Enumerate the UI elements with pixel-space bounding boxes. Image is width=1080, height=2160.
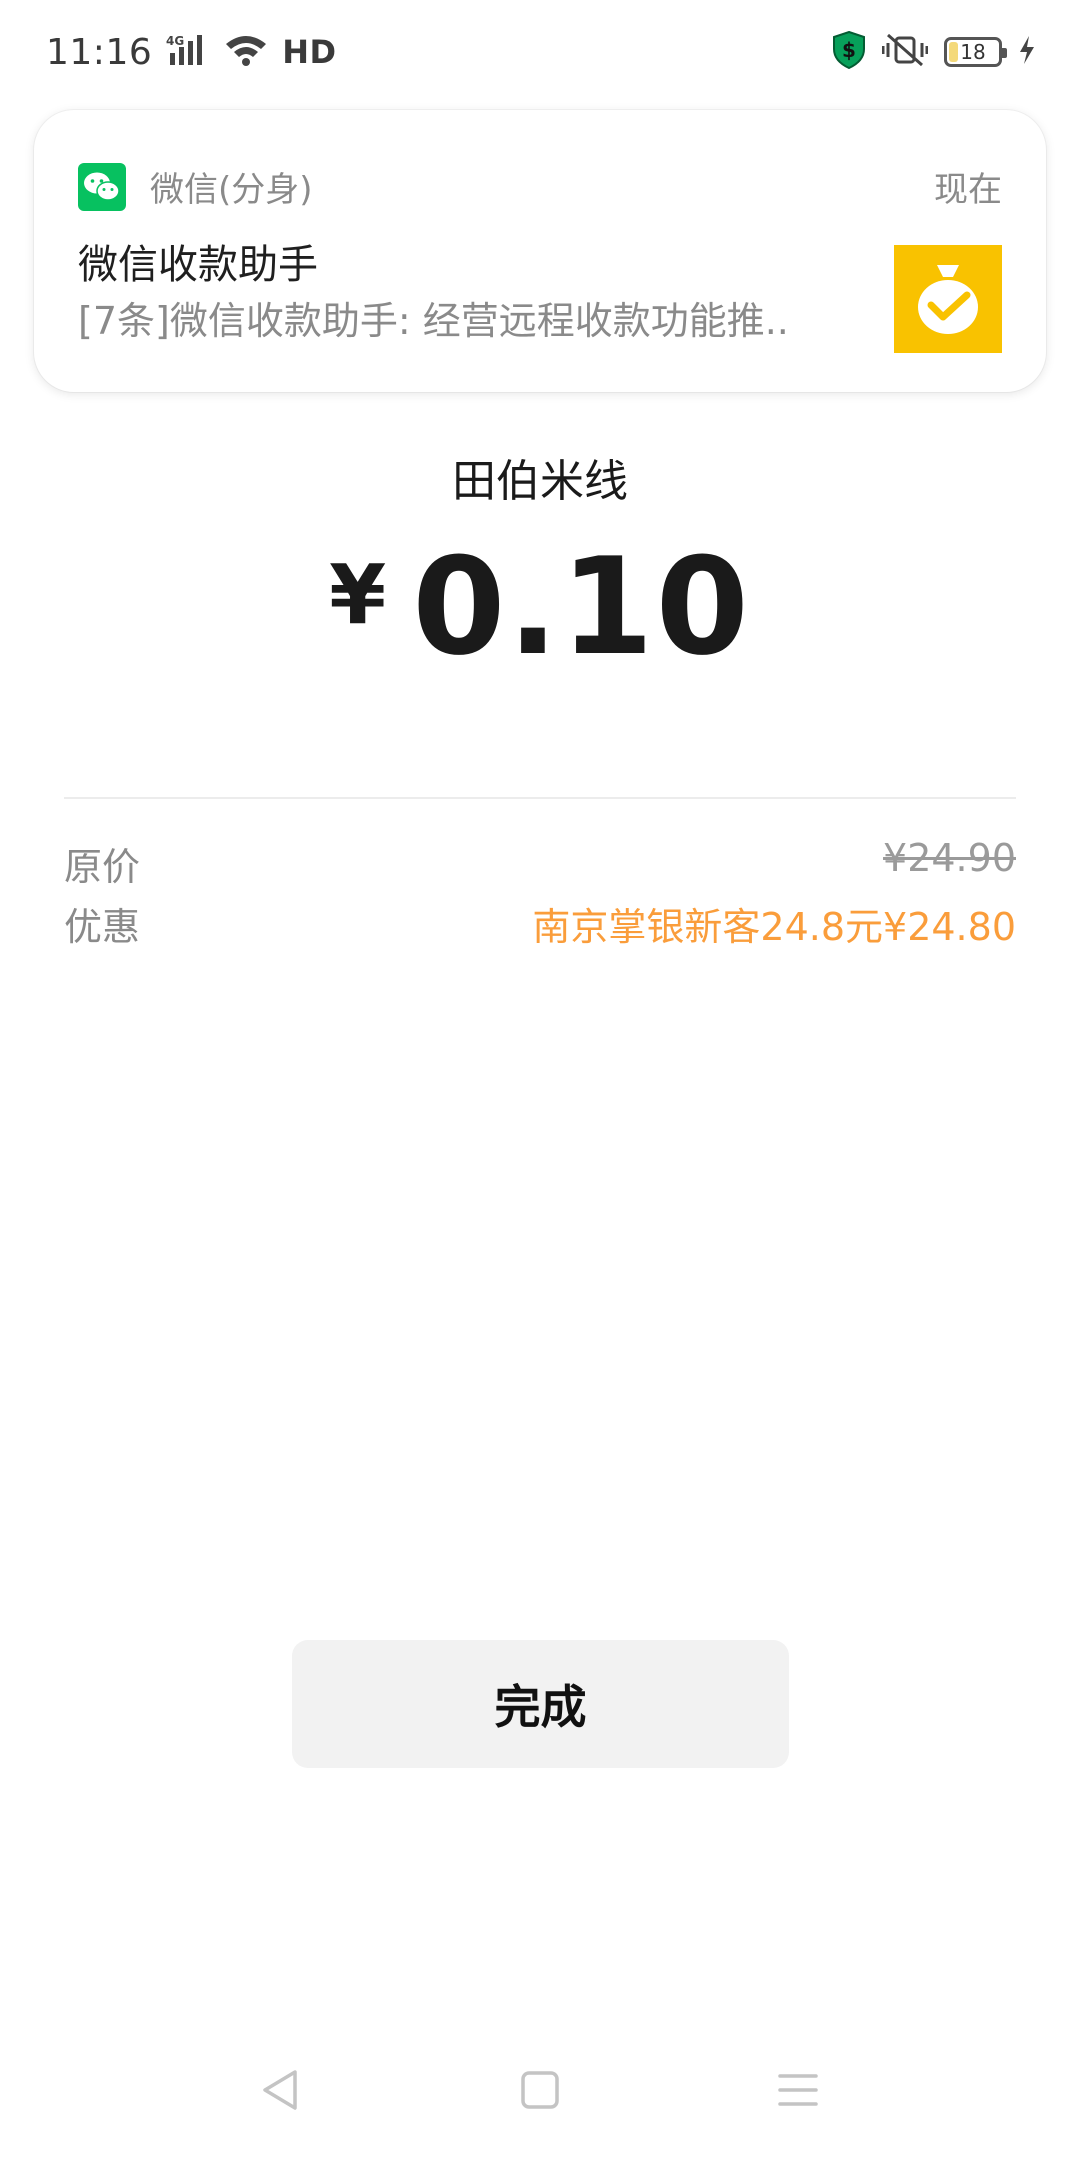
notification-app-name: 微信(分身) [150,170,313,210]
wifi-icon [224,33,268,71]
payment-amount: ¥ 0.10 [0,540,1080,675]
notification-title: 微信收款助手 [78,242,318,288]
navigation-bar [0,2040,1080,2150]
svg-text:$: $ [842,38,856,62]
hd-indicator: HD [282,33,337,71]
original-price-value: ¥24.90 [883,836,1016,880]
original-price-row: 原价 ¥24.90 [64,836,1016,891]
notification-time: 现在 [934,170,1002,210]
merchant-name: 田伯米线 [452,456,628,507]
discount-value: 南京掌银新客24.8元¥24.80 [532,905,1016,949]
currency-symbol: ¥ [329,548,387,643]
money-bag-icon [894,245,1002,353]
original-price-label: 原价 [64,845,141,889]
shield-icon: $ [832,30,866,73]
divider [64,797,1016,799]
menu-icon[interactable] [768,2060,828,2120]
notification-body: [7条]微信收款助手: 经营远程收款功能推.. [78,299,789,343]
status-left: 11:16 4G HD [46,32,337,73]
back-icon[interactable] [250,2060,310,2120]
vibrate-off-icon [881,33,929,71]
charging-icon [1018,35,1036,69]
status-bar: 11:16 4G HD $ 18 [0,0,1080,104]
svg-text:4G: 4G [166,34,184,48]
home-icon[interactable] [510,2060,570,2120]
discount-row: 优惠 南京掌银新客24.8元¥24.80 [64,896,1016,951]
notification-app-row: 微信(分身) [78,162,313,211]
status-right: $ 18 [832,30,1036,73]
signal-icon: 4G [166,33,210,71]
amount-value: 0.10 [412,529,751,685]
status-time: 11:16 [46,31,153,73]
done-button[interactable]: 完成 [292,1640,789,1768]
battery-level: 18 [960,40,986,64]
wechat-icon [78,162,126,211]
notification-card[interactable]: 微信(分身) 现在 微信收款助手 [7条]微信收款助手: 经营远程收款功能推.. [34,110,1046,392]
battery-icon: 18 [944,37,1007,67]
discount-label: 优惠 [64,905,141,949]
